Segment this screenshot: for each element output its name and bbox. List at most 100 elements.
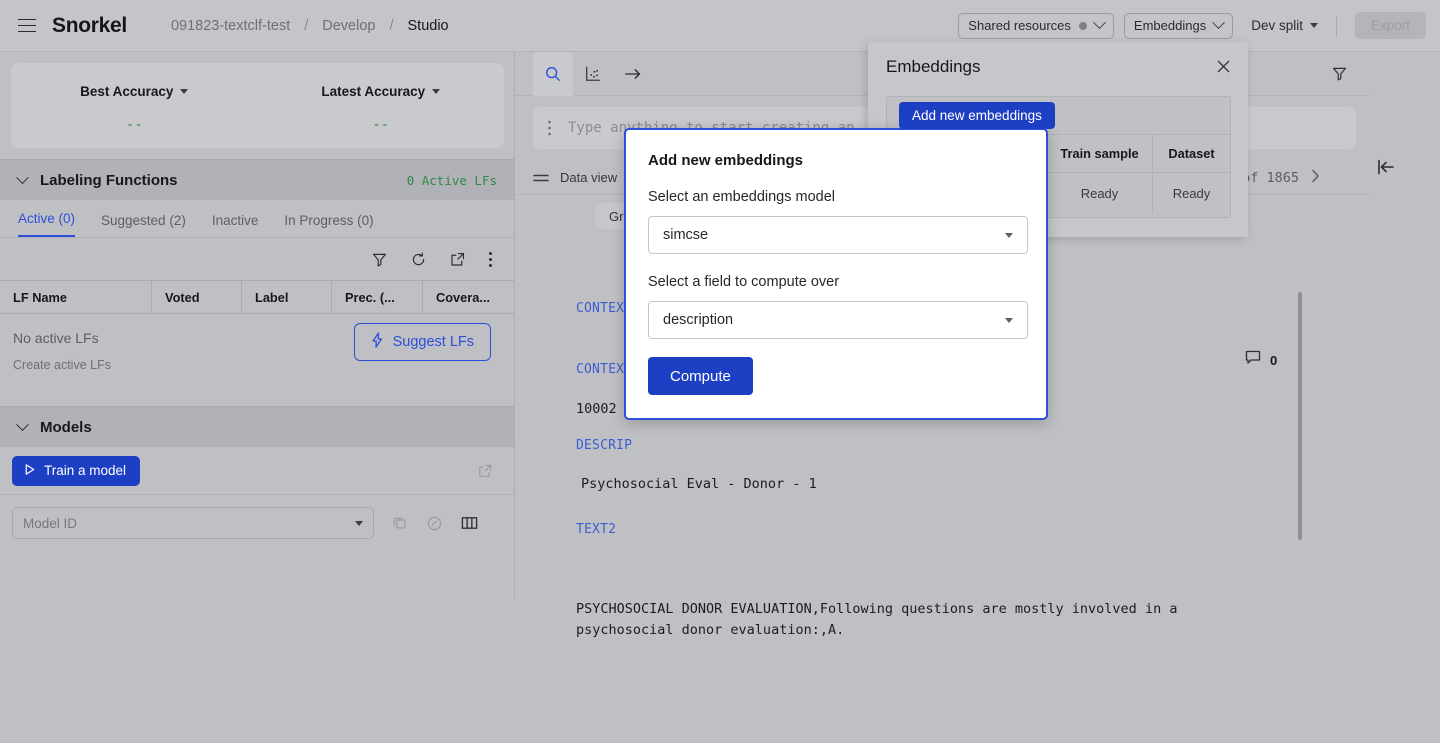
dev-split-selector[interactable]: Dev split bbox=[1251, 18, 1318, 33]
chevron-down-icon bbox=[1309, 23, 1318, 28]
data-view-icon[interactable] bbox=[533, 172, 549, 184]
embeddings-model-select[interactable]: simcse bbox=[648, 216, 1028, 254]
header-actions: Shared resources Embeddings Dev split Ex… bbox=[958, 12, 1440, 39]
lightning-icon bbox=[371, 332, 384, 352]
vertical-scrollbar[interactable] bbox=[1298, 292, 1302, 540]
lf-empty-title: No active LFs bbox=[13, 330, 99, 346]
refresh-icon[interactable] bbox=[410, 251, 427, 268]
analyze-icon[interactable] bbox=[426, 515, 443, 532]
more-vertical-icon[interactable] bbox=[547, 120, 552, 136]
train-model-row: Train a model bbox=[0, 447, 515, 495]
add-new-embeddings-modal: Add new embeddings Select an embeddings … bbox=[624, 128, 1048, 420]
chevron-down-icon bbox=[1005, 317, 1013, 323]
best-accuracy-label: Best Accuracy bbox=[80, 84, 174, 99]
collapse-panel-icon[interactable] bbox=[1375, 157, 1397, 182]
export-button[interactable]: Export bbox=[1354, 12, 1426, 39]
model-id-select[interactable]: Model ID bbox=[12, 507, 374, 539]
breadcrumb: 091823-textclf-test / Develop / Studio bbox=[171, 18, 449, 34]
field-label-context1: CONTEX bbox=[576, 301, 625, 316]
status-dot-icon bbox=[1078, 21, 1087, 30]
embeddings-model-label: Select an embeddings model bbox=[648, 189, 836, 205]
lf-tabs: Active (0) Suggested (2) Inactive In Pro… bbox=[0, 200, 515, 238]
comment-icon bbox=[1245, 350, 1261, 370]
breadcrumb-separator: / bbox=[389, 17, 394, 34]
accuracy-card: Best Accuracy -- Latest Accuracy -- bbox=[11, 63, 504, 148]
chevron-down-icon[interactable] bbox=[16, 170, 29, 184]
open-external-icon[interactable] bbox=[477, 463, 493, 479]
chevron-down-icon[interactable] bbox=[16, 417, 29, 431]
field-value-text2: PSYCHOSOCIAL DONOR EVALUATION,Following … bbox=[576, 601, 1178, 638]
field-label-text2: TEXT2 bbox=[576, 522, 617, 537]
lf-empty-state: No active LFs Create active LFs Suggest … bbox=[0, 314, 515, 406]
arrow-right-icon[interactable] bbox=[613, 52, 653, 96]
chevron-down-icon bbox=[180, 89, 189, 94]
labeling-functions-title: Labeling Functions bbox=[40, 171, 178, 189]
embeddings-button[interactable]: Embeddings bbox=[1123, 12, 1234, 39]
latest-accuracy-selector[interactable]: Latest Accuracy bbox=[321, 84, 441, 99]
add-new-embeddings-button[interactable]: Add new embeddings bbox=[899, 102, 1055, 129]
left-panel: Best Accuracy -- Latest Accuracy -- Labe… bbox=[0, 52, 515, 600]
lf-toolbar bbox=[0, 238, 515, 280]
chevron-down-icon bbox=[1212, 16, 1226, 30]
model-selector-row: Model ID bbox=[0, 495, 515, 551]
tab-in-progress[interactable]: In Progress (0) bbox=[284, 213, 373, 237]
chevron-down-icon bbox=[355, 520, 363, 526]
search-icon[interactable] bbox=[533, 51, 573, 96]
field-value-description: Psychosocial Eval - Donor - 1 bbox=[581, 476, 817, 492]
columns-icon[interactable] bbox=[461, 515, 478, 531]
more-vertical-icon[interactable] bbox=[488, 251, 493, 268]
pagination-text: of 1865 bbox=[1242, 169, 1299, 186]
copy-icon[interactable] bbox=[392, 515, 408, 531]
right-rail bbox=[1370, 52, 1440, 600]
brand-logo: Snorkel bbox=[52, 13, 127, 37]
labeling-functions-section-header[interactable]: Labeling Functions 0 Active LFs bbox=[0, 159, 515, 200]
latest-accuracy-value: -- bbox=[372, 117, 390, 133]
column-precision[interactable]: Prec. (... bbox=[332, 281, 423, 313]
dev-split-label: Dev split bbox=[1251, 18, 1303, 33]
column-label[interactable]: Label bbox=[242, 281, 332, 313]
column-coverage[interactable]: Covera... bbox=[423, 281, 515, 313]
scatter-plot-icon[interactable] bbox=[573, 52, 613, 96]
train-a-model-button[interactable]: Train a model bbox=[12, 455, 141, 486]
hamburger-icon[interactable] bbox=[18, 18, 36, 33]
breadcrumb-item-studio[interactable]: Studio bbox=[408, 18, 449, 34]
best-accuracy-value: -- bbox=[125, 117, 143, 133]
tab-inactive[interactable]: Inactive bbox=[212, 213, 259, 237]
latest-accuracy-block: Latest Accuracy -- bbox=[258, 83, 505, 133]
lf-empty-subtitle: Create active LFs bbox=[13, 358, 111, 372]
breadcrumb-separator: / bbox=[304, 17, 309, 34]
chevron-down-icon bbox=[1005, 232, 1013, 238]
best-accuracy-block: Best Accuracy -- bbox=[11, 83, 258, 133]
breadcrumb-item-develop[interactable]: Develop bbox=[322, 18, 375, 34]
models-section-header[interactable]: Models bbox=[0, 406, 515, 447]
compute-button[interactable]: Compute bbox=[648, 357, 753, 395]
suggest-lfs-button[interactable]: Suggest LFs bbox=[353, 323, 491, 361]
field-label-description: DESCRIP bbox=[576, 438, 633, 453]
embeddings-model-value: simcse bbox=[663, 227, 709, 243]
cell-dataset: Ready bbox=[1172, 185, 1211, 201]
filter-icon[interactable] bbox=[371, 251, 388, 268]
best-accuracy-selector[interactable]: Best Accuracy bbox=[80, 84, 189, 99]
breadcrumb-item-project[interactable]: 091823-textclf-test bbox=[171, 18, 290, 34]
tab-active[interactable]: Active (0) bbox=[18, 211, 76, 237]
shared-resources-button[interactable]: Shared resources bbox=[958, 12, 1114, 39]
train-a-model-label: Train a model bbox=[44, 463, 127, 478]
column-voted[interactable]: Voted bbox=[152, 281, 242, 313]
lf-table-header: LF Name Voted Label Prec. (... Covera... bbox=[0, 280, 515, 314]
column-train-sample[interactable]: Train sample bbox=[1047, 135, 1153, 172]
column-dataset[interactable]: Dataset bbox=[1153, 135, 1230, 172]
column-lf-name[interactable]: LF Name bbox=[0, 281, 152, 313]
close-icon[interactable] bbox=[1215, 58, 1232, 80]
models-title: Models bbox=[40, 418, 92, 436]
compute-field-select[interactable]: description bbox=[648, 301, 1028, 339]
embeddings-popover-title: Embeddings bbox=[886, 57, 981, 76]
filter-icon[interactable] bbox=[1331, 65, 1370, 82]
tab-suggested[interactable]: Suggested (2) bbox=[101, 213, 186, 237]
comment-indicator[interactable]: 0 bbox=[1245, 350, 1277, 370]
open-external-icon[interactable] bbox=[449, 251, 466, 268]
compute-field-label: Select a field to compute over bbox=[648, 274, 840, 290]
suggest-lfs-label: Suggest LFs bbox=[392, 334, 474, 350]
data-view-label: Data view bbox=[560, 170, 618, 185]
compute-field-value: description bbox=[663, 312, 734, 328]
next-page-icon[interactable] bbox=[1311, 169, 1320, 187]
